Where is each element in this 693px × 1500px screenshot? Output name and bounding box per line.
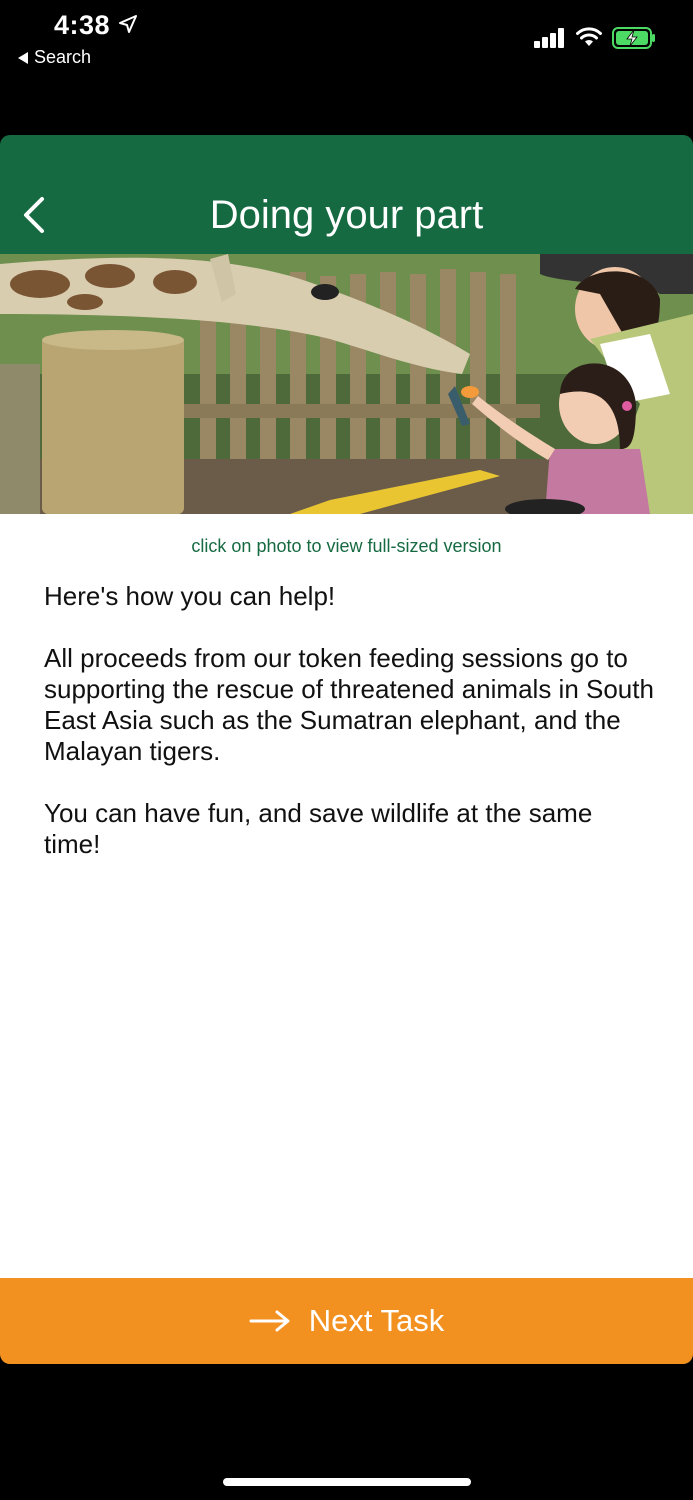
page-title: Doing your part [209,193,484,237]
content-area: click on photo to view full-sized versio… [0,254,693,1278]
photo-hint-text: click on photo to view full-sized versio… [191,536,502,556]
back-to-app-link[interactable]: Search [18,47,91,68]
battery-charging-icon [612,27,655,49]
home-indicator[interactable] [223,1478,471,1486]
back-app-label: Search [34,47,92,67]
giraffe-feeding-photo[interactable] [0,254,693,514]
status-time: 4:38 [54,10,111,40]
next-task-button[interactable]: Next Task [0,1278,693,1364]
body-paragraph-proceeds: All proceeds from our token feeding sess… [44,643,654,766]
arrow-right-icon [249,1310,290,1332]
next-task-label: Next Task [308,1303,445,1338]
wifi-icon [576,27,602,46]
body-paragraph-heading: Here's how you can help! [44,581,336,611]
body-paragraph-closing: You can have fun, and save wildlife at t… [44,798,593,859]
app-screen: 4:38 Search Doing your part click on pho… [0,0,693,1500]
body-text: Here's how you can help! All proceeds fr… [44,581,654,891]
cellular-signal-icon [534,28,564,48]
nav-header: Doing your part [0,135,693,254]
status-bar: 4:38 Search [0,0,693,80]
location-arrow-icon [119,15,137,33]
back-triangle-icon [18,51,28,64]
